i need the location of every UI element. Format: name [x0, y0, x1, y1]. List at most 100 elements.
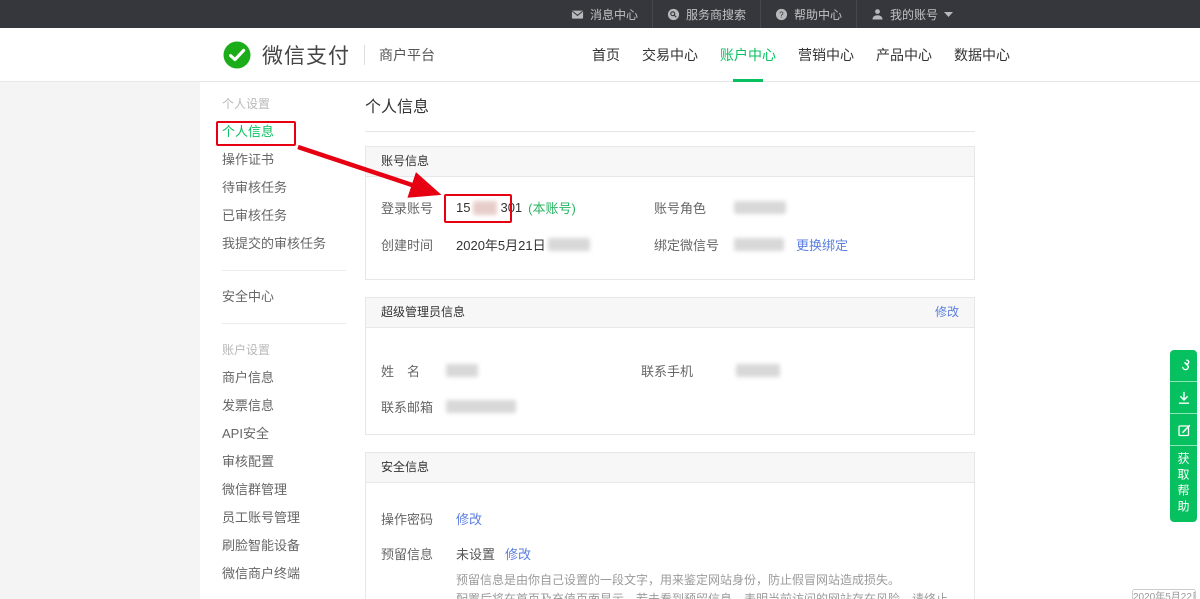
admin-email-field: 联系邮箱 [381, 397, 641, 416]
sidebar-item-security-center[interactable]: 安全中心 [200, 283, 346, 311]
sidebar-item-staff-account[interactable]: 员工账号管理 [200, 504, 346, 532]
contact-service-icon [1177, 358, 1191, 373]
sidebar-divider [222, 270, 346, 271]
sidebar-group-account-settings: 账户设置 [200, 336, 346, 364]
sidebar-item-api-security[interactable]: API安全 [200, 420, 346, 448]
topbar-help-center-label: 帮助中心 [794, 6, 842, 23]
nav-home[interactable]: 首页 [590, 28, 622, 82]
sidebar-item-pending-review[interactable]: 待审核任务 [200, 174, 346, 202]
operation-password-label: 操作密码 [381, 509, 456, 528]
sidebar-divider [222, 323, 346, 324]
main-nav: 首页 交易中心 账户中心 营销中心 产品中心 数据中心 [590, 28, 1030, 82]
floating-help-widget: 获取帮助 [1170, 350, 1197, 522]
account-role-field: 账号角色 [654, 198, 786, 217]
super-admin-card-title: 超级管理员信息 [381, 298, 465, 327]
chevron-down-icon [944, 12, 953, 17]
created-time-value: 2020年5月21日 [456, 235, 590, 254]
edit-icon [1177, 423, 1191, 437]
nav-product-center[interactable]: 产品中心 [874, 28, 934, 82]
sidebar-item-personal-info[interactable]: 个人信息 [200, 118, 346, 146]
super-admin-card-header: 超级管理员信息 修改 [366, 298, 974, 328]
operation-password-edit-link[interactable]: 修改 [456, 509, 482, 528]
reserved-info-edit-link[interactable]: 修改 [505, 544, 531, 563]
created-time-label: 创建时间 [381, 235, 456, 254]
created-time-field: 创建时间 2020年5月21日 [381, 235, 654, 254]
brand-portal-label: 商户平台 [379, 45, 435, 65]
svg-text:?: ? [779, 10, 784, 19]
redacted-value [736, 364, 780, 377]
sidebar-item-review-config[interactable]: 审核配置 [200, 448, 346, 476]
sidebar-item-invoice-info[interactable]: 发票信息 [200, 392, 346, 420]
login-account-value: 15 301 (本账号) [456, 198, 576, 217]
topbar-message-center-label: 消息中心 [590, 6, 638, 23]
admin-row-2: 联系邮箱 [381, 388, 959, 424]
merchant-platform-page: 消息中心 服务商搜索 ? 帮助中心 我的账号 微信支付 商户平台 [0, 0, 1200, 599]
redacted-value [446, 400, 516, 413]
sidebar-item-reviewed[interactable]: 已审核任务 [200, 202, 346, 230]
super-admin-edit-link[interactable]: 修改 [935, 298, 959, 327]
login-account-suffix: 301 [500, 200, 522, 215]
admin-phone-field: 联系手机 [641, 361, 780, 380]
admin-row-1: 姓 名 联系手机 [381, 352, 959, 388]
security-info-card-title: 安全信息 [381, 453, 429, 482]
topbar-my-account[interactable]: 我的账号 [856, 0, 967, 28]
feedback-button[interactable] [1170, 414, 1197, 446]
topbar-sp-search-label: 服务商搜索 [686, 6, 746, 23]
topbar-help-center[interactable]: ? 帮助中心 [760, 0, 856, 28]
reserved-info-label: 预留信息 [381, 544, 456, 563]
sidebar-item-merchant-terminal[interactable]: 微信商户终端 [200, 560, 346, 588]
download-icon [1177, 391, 1191, 405]
header: 微信支付 商户平台 首页 交易中心 账户中心 营销中心 产品中心 数据中心 [0, 28, 1200, 82]
sidebar-item-my-submitted-review[interactable]: 我提交的审核任务 [200, 230, 346, 258]
contact-service-button[interactable] [1170, 350, 1197, 382]
security-info-card-body: 操作密码 修改 预留信息 未设置 修改 预留信息是由你自己设置的一段文字，用来鉴… [366, 483, 974, 599]
redacted-value [548, 238, 590, 251]
topbar: 消息中心 服务商搜索 ? 帮助中心 我的账号 [0, 0, 1200, 28]
sidebar-item-face-device[interactable]: 刷脸智能设备 [200, 532, 346, 560]
sidebar-item-wechat-group[interactable]: 微信群管理 [200, 476, 346, 504]
admin-phone-label: 联系手机 [641, 361, 736, 380]
super-admin-card-body: 姓 名 联系手机 联系邮箱 [366, 328, 974, 434]
date-chip[interactable]: 2020年5月22日 [1132, 589, 1196, 599]
operation-password-field: 操作密码 修改 [381, 509, 959, 528]
account-row-2: 创建时间 2020年5月21日 绑定微信号 更换绑定 [381, 226, 959, 263]
download-button[interactable] [1170, 382, 1197, 414]
envelope-icon [571, 8, 584, 21]
user-icon [871, 8, 884, 21]
get-help-button[interactable]: 获取帮助 [1170, 446, 1197, 522]
nav-trade-center[interactable]: 交易中心 [640, 28, 700, 82]
sidebar-item-operation-cert[interactable]: 操作证书 [200, 146, 346, 174]
left-gray-strip [0, 82, 200, 599]
account-info-card: 账号信息 登录账号 15 301 (本账号) 账号角色 [365, 146, 975, 280]
question-icon: ? [775, 8, 788, 21]
search-icon [667, 8, 680, 21]
nav-account-center[interactable]: 账户中心 [718, 28, 778, 82]
account-info-card-header: 账号信息 [366, 147, 974, 177]
sidebar: 个人设置 个人信息 操作证书 待审核任务 已审核任务 我提交的审核任务 安全中心… [200, 82, 346, 599]
title-divider [365, 131, 975, 132]
rebind-wechat-link[interactable]: 更换绑定 [796, 235, 848, 254]
page-title: 个人信息 [365, 82, 975, 117]
nav-marketing-center[interactable]: 营销中心 [796, 28, 856, 82]
sidebar-group-personal-settings: 个人设置 [200, 90, 346, 118]
admin-email-label: 联系邮箱 [381, 397, 446, 416]
brand-divider [364, 45, 365, 65]
redacted-value [473, 201, 497, 215]
admin-name-label: 姓 名 [381, 361, 446, 380]
reserved-info-description: 预留信息是由你自己设置的一段文字，用来鉴定网站身份，防止假冒网站造成损失。 配置… [456, 571, 959, 599]
sidebar-item-merchant-info[interactable]: 商户信息 [200, 364, 346, 392]
topbar-my-account-label: 我的账号 [890, 6, 938, 23]
wechat-pay-logo-icon [222, 40, 252, 70]
bound-wechat-field: 绑定微信号 更换绑定 [654, 235, 848, 254]
nav-data-center[interactable]: 数据中心 [952, 28, 1012, 82]
topbar-sp-search[interactable]: 服务商搜索 [652, 0, 760, 28]
reserved-info-value: 未设置 [456, 544, 495, 563]
topbar-message-center[interactable]: 消息中心 [557, 0, 652, 28]
security-info-card-header: 安全信息 [366, 453, 974, 483]
login-account-prefix: 15 [456, 200, 470, 215]
bound-wechat-label: 绑定微信号 [654, 235, 734, 254]
login-account-label: 登录账号 [381, 198, 456, 217]
created-time-text: 2020年5月21日 [456, 235, 546, 254]
account-role-label: 账号角色 [654, 198, 734, 217]
reserved-info-desc-line-2: 配置后将在首页及充值页面显示。若未看到预留信息，表明当前访问的网站存在风险，请终… [456, 590, 959, 599]
